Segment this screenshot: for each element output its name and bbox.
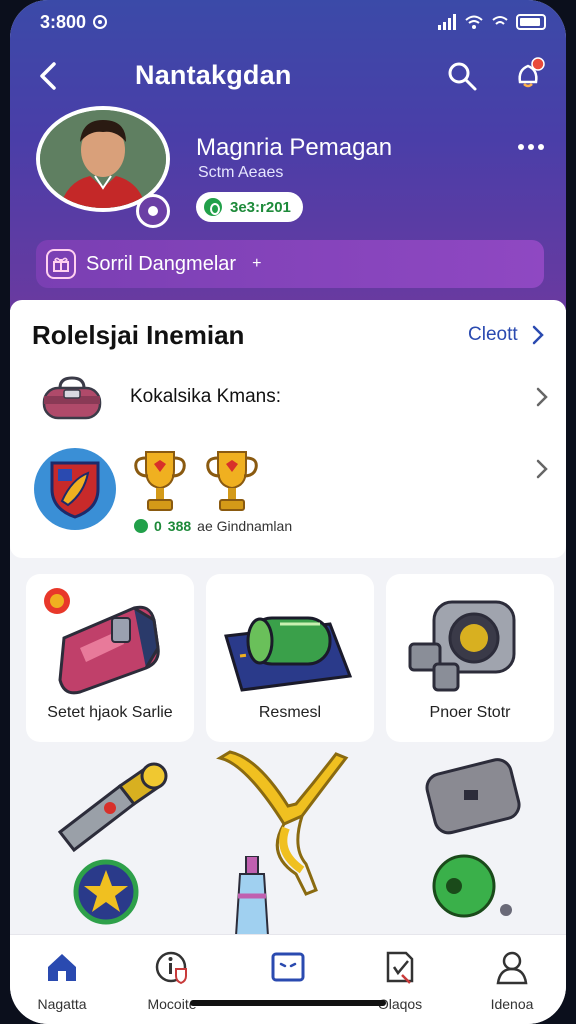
tab-label: Idenoa: [490, 996, 534, 1012]
banner-plus: +: [252, 255, 262, 272]
info-shield-icon: [155, 951, 187, 985]
status-bar: 3:800: [40, 8, 546, 36]
tile-label: Pnoer Stotr: [429, 704, 511, 721]
tab-profile[interactable]: Idenoa: [462, 949, 562, 1019]
stat-prefix: 0: [154, 518, 162, 534]
chevron-right-icon[interactable]: [530, 324, 546, 346]
profile-subtitle: Sctm Aeaes: [198, 164, 284, 181]
row-label: Kokalsika Kmans:: [130, 386, 282, 407]
face-box-icon: [271, 952, 305, 982]
signal-icon: [438, 14, 456, 30]
wifi-icon: [465, 15, 483, 29]
clipboard-icon: [386, 951, 414, 984]
tab-center[interactable]: [238, 949, 338, 1019]
status-dot-icon: [204, 198, 222, 216]
wifi-alt-icon: [492, 16, 508, 25]
promo-banner[interactable]: Sorril Dangmelar +: [36, 240, 544, 288]
tab-moments[interactable]: Mocoite: [122, 949, 222, 1019]
back-arrow-icon[interactable]: [34, 60, 66, 92]
gift-icon: [46, 249, 76, 279]
stat-value: 388: [167, 518, 192, 534]
user-icon: [496, 951, 528, 985]
profile-pill-text: 3e3:r201: [230, 198, 291, 216]
tile-label: Setet hjaok Sarlie: [47, 704, 173, 721]
tile-label: Resmesl: [258, 704, 322, 721]
notification-bell-icon[interactable]: [510, 56, 546, 92]
team-crest-icon: [34, 448, 116, 530]
tab-label: Nagatta: [37, 996, 87, 1012]
status-time: 3:800: [40, 11, 87, 32]
phone-screen: 3:800 Nantakgdan Magnria Pemagan Sctm Ae…: [10, 0, 566, 1024]
search-icon[interactable]: [446, 60, 478, 92]
green-gadget-icon[interactable]: [424, 846, 514, 926]
status-dot-icon: [134, 519, 148, 533]
section-link[interactable]: Cleott: [468, 324, 518, 346]
trophy-icon: [206, 451, 258, 511]
list-item-trophies[interactable]: 0 388 ae Gindnamlan: [30, 440, 550, 540]
avatar-status-badge: [136, 194, 170, 228]
chevron-right-icon: [536, 387, 548, 407]
trophy-stat: 0 388 ae Gindnamlan: [134, 518, 292, 534]
home-icon: [48, 954, 76, 981]
stat-text: ae Gindnamlan: [197, 518, 293, 534]
tablet-device-icon[interactable]: [424, 756, 524, 836]
roles-card: Rolelsjai Inemian Cleott Kokalsika Kmans…: [10, 300, 566, 558]
cleat-bag-icon: [224, 616, 353, 692]
trophy-icon: [134, 451, 186, 511]
flashlight-icon[interactable]: [50, 756, 180, 856]
location-icon: [93, 15, 108, 29]
item-tile[interactable]: Resmesl: [206, 574, 374, 742]
bottom-tab-bar: Nagatta Mocoite Olaqos Idenoa: [10, 934, 566, 1024]
tab-clipboard[interactable]: Olaqos: [350, 949, 450, 1019]
more-options-icon[interactable]: [518, 144, 546, 152]
item-tile[interactable]: Setet hjaok Sarlie: [26, 574, 194, 742]
shin-guard-icon: [58, 605, 160, 695]
chevron-right-icon: [536, 459, 548, 479]
battery-icon: [516, 14, 546, 30]
banner-text: Sorril Dangmelar: [86, 252, 237, 275]
duffel-bag-icon: [42, 376, 102, 420]
list-item-kits[interactable]: Kokalsika Kmans:: [30, 368, 550, 428]
star-racket-icon[interactable]: [70, 856, 150, 936]
profile-status-pill[interactable]: 3e3:r201: [196, 192, 303, 222]
spray-bottle-icon[interactable]: [228, 856, 278, 936]
item-tile[interactable]: Pnoer Stotr: [386, 574, 554, 742]
camera-icon: [408, 600, 516, 692]
tab-home[interactable]: Nagatta: [12, 949, 112, 1019]
nav-bar: Nantakgdan: [10, 52, 566, 102]
section-title: Rolelsjai Inemian: [32, 320, 245, 350]
nav-title: Nantakgdan: [135, 60, 292, 90]
profile-name: Magnria Pemagan: [196, 134, 393, 161]
home-indicator[interactable]: [190, 1000, 386, 1006]
